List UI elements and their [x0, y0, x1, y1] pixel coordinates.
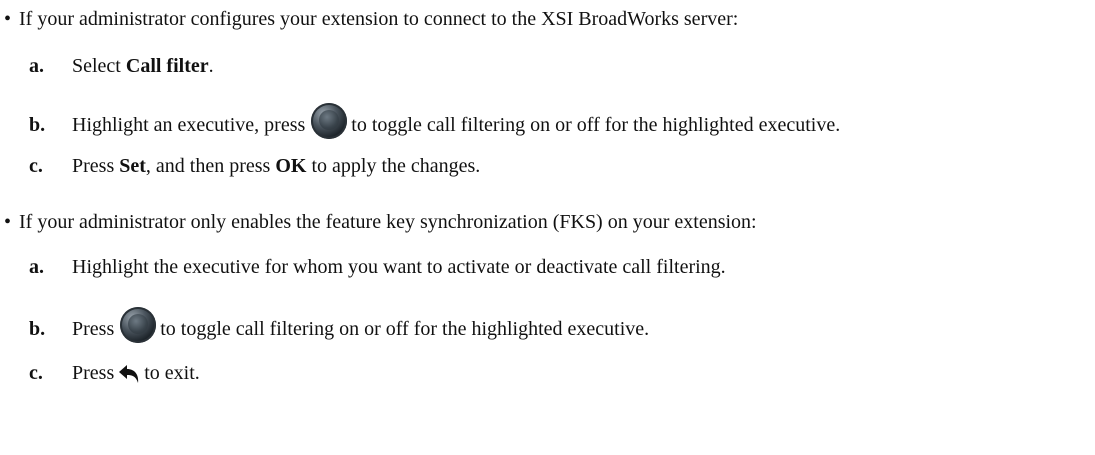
- step-text-post: to exit.: [144, 362, 200, 384]
- step-letter: a.: [29, 256, 44, 278]
- step-text-pre: Press: [72, 155, 120, 177]
- bullet-item-xsi: • If your administrator configures your …: [4, 6, 738, 32]
- bullet-text: If your administrator only enables the f…: [19, 211, 757, 233]
- step-text-bold-set: Set: [119, 155, 146, 177]
- bullet-marker: •: [4, 211, 12, 233]
- step-a-select-call-filter: a. Select Call filter.: [29, 53, 214, 79]
- back-arrow-icon: [118, 363, 142, 392]
- step-letter: b.: [29, 318, 46, 340]
- step-c-press-set-ok: c. Press Set, and then press OK to apply …: [29, 153, 480, 179]
- step-text-pre: Select: [72, 55, 126, 77]
- step-b-highlight-executive: b. Highlight an executive, press to toggle…: [29, 103, 840, 139]
- step-text-pre: Highlight an executive, press: [72, 114, 306, 136]
- step-letter: b.: [29, 114, 46, 136]
- step-text-post: to toggle call filtering on or off for t…: [351, 114, 841, 136]
- step-c-exit: c. Press to exit.: [29, 360, 200, 386]
- step-letter: c.: [29, 155, 43, 177]
- step-text-pre: Press: [72, 362, 115, 384]
- step-letter: c.: [29, 362, 43, 384]
- step-text-post: .: [208, 55, 214, 77]
- step-text-mid: , and then press: [145, 155, 276, 177]
- step-letter: a.: [29, 55, 44, 77]
- step-text-pre: Press: [72, 318, 115, 340]
- bullet-item-fks: • If your administrator only enables the…: [4, 209, 757, 235]
- step-b-toggle-filtering: b. Press to toggle call filtering on or of…: [29, 307, 649, 343]
- step-text-bold: Call filter: [125, 55, 209, 77]
- bullet-text: If your administrator configures your ex…: [19, 8, 739, 30]
- step-a-highlight-executive: a. Highlight the executive for whom you w…: [29, 254, 726, 280]
- step-text: Highlight the executive for whom you wan…: [72, 256, 726, 278]
- step-text-post: to apply the changes.: [306, 155, 481, 177]
- step-text-bold-ok: OK: [275, 155, 307, 177]
- step-text-post: to toggle call filtering on or off for t…: [160, 318, 650, 340]
- bullet-marker: •: [4, 8, 12, 30]
- navigation-ok-key-icon: [120, 307, 157, 343]
- navigation-ok-key-icon: [311, 103, 348, 139]
